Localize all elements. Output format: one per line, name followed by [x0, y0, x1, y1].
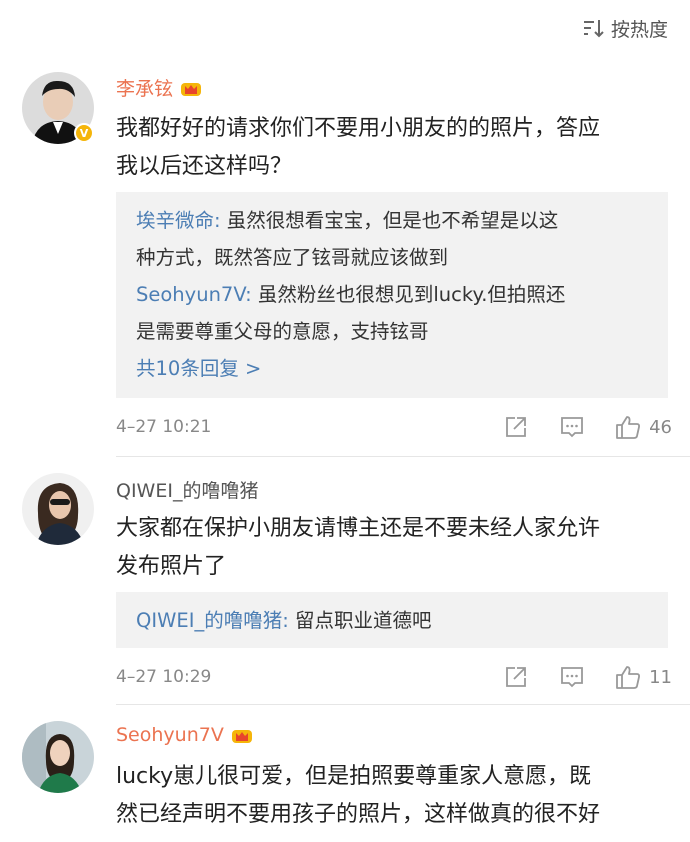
avatar[interactable] — [22, 721, 94, 793]
reply-box[interactable]: QIWEI_的噜噜猪: 留点职业道德吧 — [116, 592, 668, 648]
reply-item: Seohyun7V: 虽然粉丝也很想见到lucky.但拍照还 — [136, 283, 566, 306]
like-count: 11 — [649, 666, 672, 688]
comment-meta: 4–27 10:21 46 — [116, 412, 672, 442]
crown-icon — [231, 730, 252, 743]
verified-badge-icon: V — [74, 123, 94, 143]
comment-text: 我都好好的请求你们不要用小朋友的的照片，答应 我以后还这样吗？ — [116, 116, 601, 179]
like-button[interactable]: 46 — [615, 414, 672, 440]
sort-icon — [583, 20, 604, 38]
reply-username[interactable]: QIWEI_的噜噜猪: — [136, 609, 289, 632]
comment-icon — [561, 667, 583, 688]
comment-icon — [561, 417, 583, 438]
reply-item: QIWEI_的噜噜猪: 留点职业道德吧 — [136, 609, 432, 632]
reply-item: 埃辛微命: 虽然很想看宝宝，但是也不希望是以这 — [136, 209, 559, 232]
comment-username[interactable]: Seohyun7V — [116, 724, 254, 746]
like-button[interactable]: 11 — [615, 664, 672, 690]
share-icon — [506, 417, 526, 437]
comment-time: 4–27 10:29 — [116, 667, 212, 687]
avatar[interactable] — [22, 473, 94, 545]
reply-continuation: 是需要尊重父母的意愿，支持铉哥 — [136, 320, 429, 343]
divider — [116, 704, 690, 705]
comment-button[interactable] — [559, 664, 585, 690]
like-count: 46 — [649, 416, 672, 438]
comment-text: 大家都在保护小朋友请博主还是不要未经人家允许 发布照片了 — [116, 516, 601, 579]
reply-username[interactable]: 埃辛微命: — [136, 209, 221, 232]
reply-username[interactable]: Seohyun7V: — [136, 283, 252, 306]
share-button[interactable] — [503, 664, 529, 690]
crown-icon — [181, 82, 202, 96]
sort-label: 按热度 — [610, 18, 668, 41]
comment-meta: 4–27 10:29 11 — [116, 662, 672, 692]
thumbs-up-icon — [616, 666, 641, 689]
comment-text: lucky崽儿很可爱，但是拍照要尊重家人意愿，既 然已经声明不要用孩子的照片，这… — [116, 764, 601, 827]
more-replies-link[interactable]: 共10条回复 > — [136, 350, 648, 387]
comment-time: 4–27 10:21 — [116, 417, 212, 437]
share-button[interactable] — [503, 414, 529, 440]
reply-continuation: 种方式，既然答应了铉哥就应该做到 — [136, 246, 449, 269]
share-icon — [506, 667, 526, 687]
thumbs-up-icon — [616, 416, 641, 439]
reply-box[interactable]: 埃辛微命: 虽然很想看宝宝，但是也不希望是以这 种方式，既然答应了铉哥就应该做到… — [116, 192, 668, 398]
sort-button[interactable]: 按热度 — [581, 12, 668, 44]
comment-button[interactable] — [559, 414, 585, 440]
comment-username[interactable]: 李承铉 — [116, 74, 203, 101]
comment-username[interactable]: QIWEI_的噜噜猪 — [116, 476, 258, 503]
divider — [116, 456, 690, 457]
